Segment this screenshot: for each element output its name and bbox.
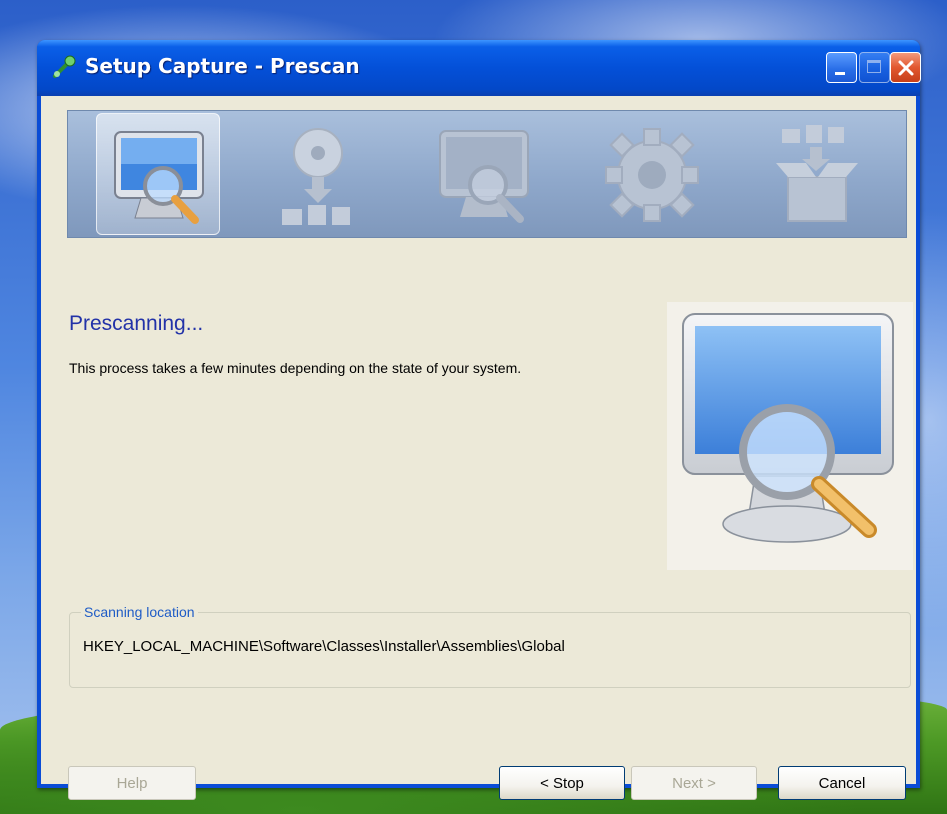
step-install: [256, 113, 380, 235]
title-bar[interactable]: Setup Capture - Prescan: [37, 40, 921, 96]
disc-install-icon: [282, 128, 350, 225]
description-text: This process takes a few minutes dependi…: [69, 360, 522, 376]
dialog-client-area: Prescanning... This process takes a few …: [41, 96, 916, 784]
scanning-location-path: HKEY_LOCAL_MACHINE\Software\Classes\Inst…: [83, 638, 565, 655]
monitor-magnifier-icon: [682, 313, 894, 543]
stop-button[interactable]: < Stop: [499, 766, 625, 800]
close-button[interactable]: [890, 52, 921, 83]
scanning-location-legend: Scanning location: [81, 604, 198, 620]
minimize-button[interactable]: [826, 52, 857, 83]
cancel-button[interactable]: Cancel: [778, 766, 906, 800]
setup-capture-window: Setup Capture - Prescan Prescanning... T…: [37, 40, 921, 800]
page-heading: Prescanning...: [69, 312, 204, 335]
prescan-illustration: [667, 302, 913, 570]
step-prescan: [96, 113, 220, 235]
close-icon: [898, 60, 914, 76]
monitor-magnifier-icon: [114, 131, 204, 224]
app-icon: [51, 54, 77, 80]
help-button[interactable]: Help: [68, 766, 196, 800]
maximize-button[interactable]: [859, 52, 890, 83]
step-configure: [590, 113, 714, 235]
package-box-icon: [776, 125, 858, 222]
step-package: [758, 113, 882, 235]
gear-icon: [605, 128, 699, 222]
monitor-scan-icon: [439, 130, 529, 223]
window-title: Setup Capture - Prescan: [85, 54, 360, 78]
next-button[interactable]: Next >: [631, 766, 757, 800]
step-banner: [67, 110, 907, 238]
step-postscan: [422, 113, 546, 235]
